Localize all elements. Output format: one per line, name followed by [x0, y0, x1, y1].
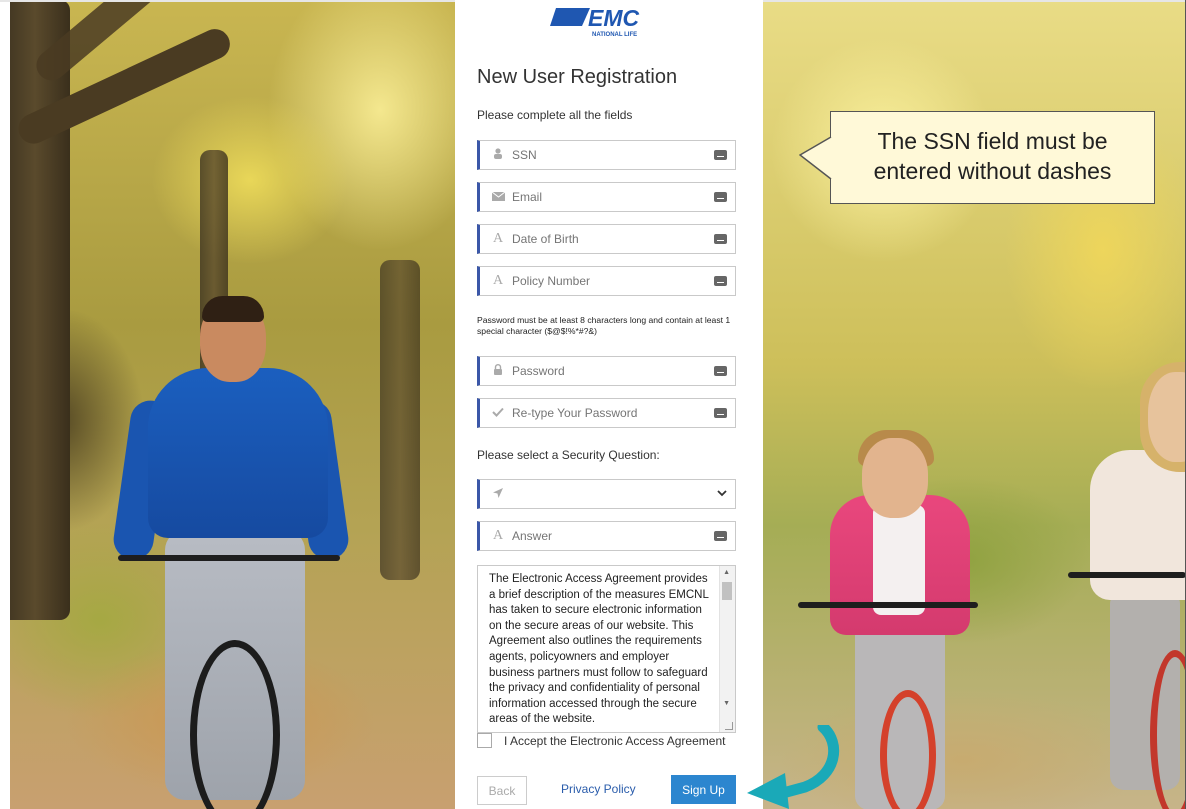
- sign-up-button[interactable]: Sign Up: [671, 775, 736, 804]
- password-requirements: Password must be at least 8 characters l…: [477, 315, 731, 336]
- page-title: New User Registration: [477, 66, 678, 88]
- bike-handlebar: [118, 555, 340, 561]
- ssn-field[interactable]: [477, 140, 736, 170]
- bike-wheel: [880, 690, 936, 809]
- answer-input[interactable]: [510, 529, 714, 543]
- cyclist-girl-head: [862, 438, 928, 518]
- callout-pointer: [799, 136, 832, 180]
- callout-line-1: The SSN field must be: [877, 128, 1108, 154]
- scroll-thumb[interactable]: [722, 582, 732, 600]
- password-input[interactable]: [510, 364, 714, 378]
- policy-number-field[interactable]: A: [477, 266, 736, 296]
- date-of-birth-input[interactable]: [510, 232, 714, 246]
- location-arrow-icon: [486, 487, 510, 501]
- text-icon: A: [492, 273, 504, 288]
- password-field[interactable]: [477, 356, 736, 386]
- bike-handlebar: [798, 602, 978, 608]
- bike-handlebar: [1068, 572, 1186, 578]
- curved-arrow-icon: [747, 725, 840, 809]
- cyclist-man-hair: [202, 296, 264, 322]
- answer-field[interactable]: A: [477, 521, 736, 551]
- keyboard-icon[interactable]: [714, 192, 727, 202]
- email-input[interactable]: [510, 190, 714, 204]
- lock-icon: [486, 364, 510, 378]
- keyboard-icon[interactable]: [714, 408, 727, 418]
- logo-subtext: NATIONAL LIFE: [592, 32, 637, 38]
- keyboard-icon[interactable]: [714, 366, 727, 376]
- tree-trunk: [380, 260, 420, 580]
- text-icon: A: [492, 528, 504, 543]
- logo-brand: EMC: [588, 5, 640, 31]
- cyclist-man-body: [148, 368, 328, 538]
- ssn-input[interactable]: [510, 148, 714, 162]
- chevron-down-icon[interactable]: [717, 488, 727, 500]
- text-icon: A: [492, 231, 504, 246]
- form-instructions: Please complete all the fields: [477, 108, 633, 122]
- accept-agreement-row[interactable]: I Accept the Electronic Access Agreement: [477, 733, 725, 748]
- tree-trunk: [0, 0, 70, 620]
- email-field[interactable]: [477, 182, 736, 212]
- date-of-birth-field[interactable]: A: [477, 224, 736, 254]
- retype-password-field[interactable]: [477, 398, 736, 428]
- cyclist-girl-shirt: [873, 505, 925, 615]
- scroll-down-icon[interactable]: ▼: [723, 700, 730, 707]
- emc-logo: EMC NATIONAL LIFE: [550, 5, 640, 38]
- resize-grip-icon[interactable]: [725, 722, 733, 730]
- agreement-scrollbar[interactable]: ▲ ▼: [719, 566, 735, 732]
- ssn-callout: The SSN field must be entered without da…: [830, 111, 1155, 204]
- callout-line-2: entered without dashes: [873, 158, 1112, 184]
- accept-agreement-label[interactable]: I Accept the Electronic Access Agreement: [504, 734, 725, 748]
- security-question-label: Please select a Security Question:: [477, 448, 660, 462]
- access-agreement-text: The Electronic Access Agreement provides…: [489, 573, 709, 726]
- access-agreement-textarea[interactable]: The Electronic Access Agreement provides…: [477, 565, 736, 733]
- user-icon: [486, 148, 510, 162]
- registration-panel: EMC NATIONAL LIFE New User Registration …: [455, 0, 763, 809]
- accept-agreement-checkbox[interactable]: [477, 733, 492, 748]
- scroll-up-icon[interactable]: ▲: [723, 569, 730, 576]
- policy-number-input[interactable]: [510, 274, 714, 288]
- callout-text: The SSN field must be entered without da…: [831, 126, 1154, 186]
- window-left-edge: [0, 0, 10, 809]
- retype-password-input[interactable]: [510, 406, 714, 420]
- keyboard-icon[interactable]: [714, 234, 727, 244]
- envelope-icon: [486, 190, 510, 204]
- security-question-select[interactable]: [477, 479, 736, 509]
- privacy-policy-link[interactable]: Privacy Policy: [561, 782, 636, 796]
- check-icon: [486, 406, 510, 420]
- keyboard-icon[interactable]: [714, 531, 727, 541]
- keyboard-icon[interactable]: [714, 150, 727, 160]
- keyboard-icon[interactable]: [714, 276, 727, 286]
- back-button[interactable]: Back: [477, 776, 527, 805]
